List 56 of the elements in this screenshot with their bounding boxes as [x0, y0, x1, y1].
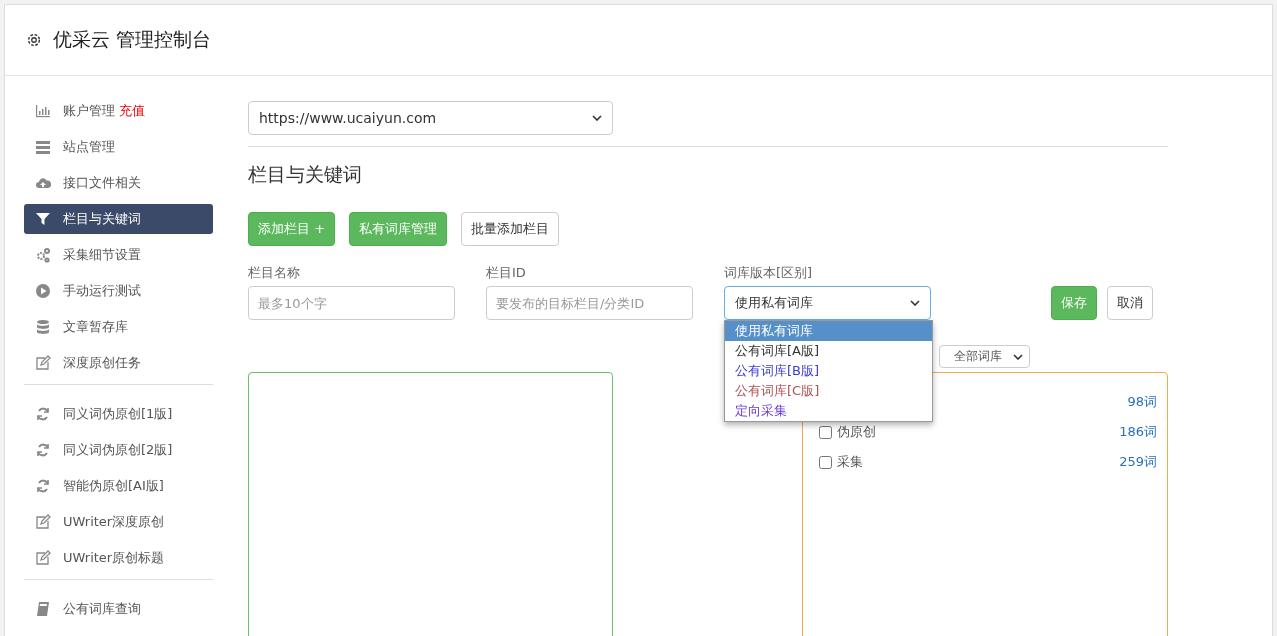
toolbar-button[interactable]: 批量添加栏目 [461, 212, 560, 246]
sidebar-item[interactable]: 同义词伪原创[2版] [24, 435, 213, 465]
sidebar-item[interactable]: 手动运行测试 [24, 276, 213, 306]
sidebar-item[interactable]: 采集细节设置 [24, 240, 213, 270]
database-icon [35, 319, 51, 335]
sidebar-item[interactable]: 公有词库查询 [24, 594, 213, 624]
edit-icon [35, 355, 51, 371]
sidebar-item[interactable]: 智能伪原创[AI版] [24, 471, 213, 501]
gears-icon [35, 247, 51, 263]
sidebar-item[interactable]: 深度原创任务 [24, 348, 213, 378]
edit-icon [35, 550, 51, 566]
cancel-button[interactable]: 取消 [1107, 286, 1153, 320]
settings-icon [25, 31, 43, 49]
sidebar-item[interactable]: 站点管理 [24, 132, 213, 162]
input-field[interactable]: 最多10个字 [248, 286, 455, 320]
field-label: 栏目ID [486, 264, 527, 282]
play-icon [35, 283, 51, 299]
sidebar-item[interactable]: 栏目与关键词 [24, 204, 213, 234]
refresh-icon [35, 478, 51, 494]
chevron-icon [1013, 353, 1023, 360]
recharge-link[interactable]: 充值 [119, 102, 145, 120]
field-label: 词库版本[区别] [724, 264, 814, 282]
site-select[interactable]: https://www.ucaiyun.com [248, 101, 613, 135]
sidebar-item[interactable]: 文章暂存库 [24, 312, 213, 342]
edit-icon [35, 514, 51, 530]
console-title: 优采云 管理控制台 [53, 27, 212, 52]
checkbox[interactable] [819, 425, 832, 439]
dropdown-option[interactable]: 定向采集 [725, 401, 932, 421]
dropdown-option[interactable]: 公有词库[B版] [725, 361, 932, 381]
dropdown-option[interactable]: 公有词库[A版] [725, 341, 932, 361]
refresh-icon [35, 442, 51, 458]
checkbox[interactable] [819, 455, 832, 469]
filter-icon [35, 211, 51, 227]
chart-icon [35, 103, 51, 119]
book-icon [35, 601, 51, 617]
input-field[interactable]: 要发布的目标栏目/分类ID [486, 286, 693, 320]
server-icon [35, 139, 51, 155]
sidebar-item[interactable]: 账户管理 充值 [24, 96, 213, 126]
sidebar-item[interactable]: UWriter原创标题 [24, 543, 213, 573]
word-list-label: 伪原创 [837, 423, 876, 441]
cloud-icon [35, 175, 51, 191]
section-title: 栏目与关键词 [248, 162, 363, 187]
dropdown-option[interactable]: 公有词库[C版] [725, 381, 932, 401]
refresh-icon [35, 406, 51, 422]
chevron-icon [910, 300, 920, 306]
word-count: 98词 [1127, 393, 1157, 411]
library-select[interactable]: 使用私有词库 [724, 286, 931, 320]
word-count: 186词 [1119, 423, 1157, 441]
word-count: 259词 [1119, 453, 1157, 471]
word-list-label: 采集 [837, 453, 863, 471]
sidebar-item[interactable]: UWriter深度原创 [24, 507, 213, 537]
library-filter-select[interactable]: 全部词库 [939, 345, 1030, 368]
chevron-icon [592, 115, 602, 121]
sidebar-item[interactable]: 接口文件相关 [24, 168, 213, 198]
field-label: 栏目名称 [248, 264, 301, 282]
sidebar-item[interactable]: 同义词伪原创[1版] [24, 399, 213, 429]
